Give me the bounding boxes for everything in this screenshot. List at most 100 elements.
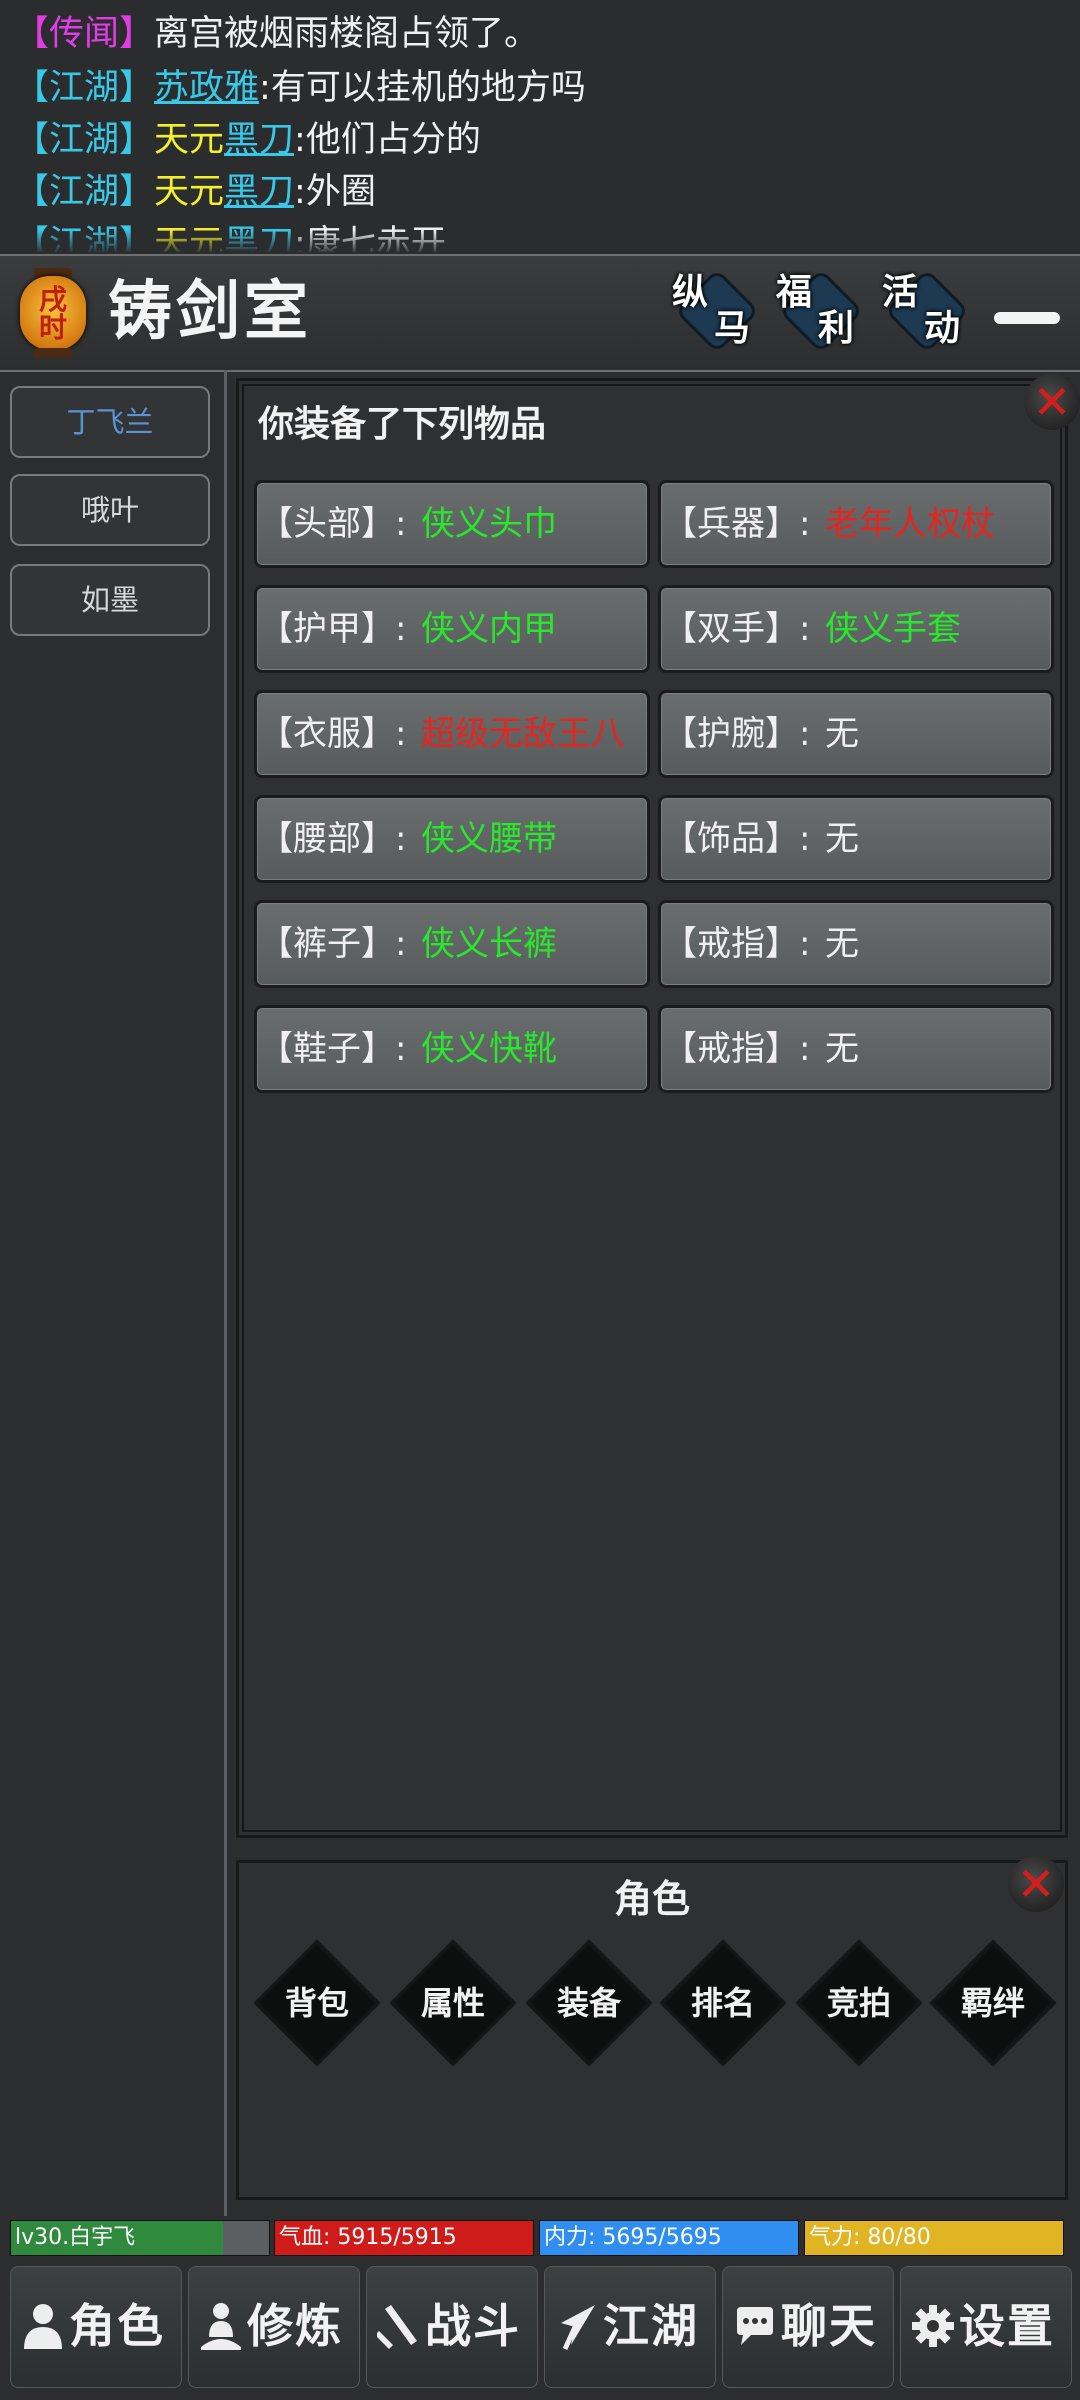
equip-slot-armor[interactable]: 【护甲】: 侠义内甲 bbox=[254, 585, 650, 673]
auction-button[interactable]: 竞拍 bbox=[796, 1940, 922, 2066]
nav-label: 江湖 bbox=[603, 2299, 699, 2353]
equip-slot-weapon[interactable]: 【兵器】: 老年人权杖 bbox=[658, 480, 1054, 568]
meditate-icon bbox=[201, 2303, 241, 2350]
slot-label: 【鞋子】: bbox=[259, 1029, 407, 1069]
welfare-button[interactable]: 福 利 bbox=[776, 270, 868, 354]
chat-panel[interactable]: 【传闻】离宫被烟雨楼阁占领了。 【江湖】苏政雅:有可以挂机的地方吗 【江湖】天元… bbox=[0, 0, 1080, 252]
stat-bars: lv30.白宇飞 气血: 5915/5915 内力: 5695/5695 气力:… bbox=[10, 2220, 1070, 2256]
button-label: 属性 bbox=[420, 1984, 485, 2022]
chat-bubble-icon bbox=[737, 2307, 773, 2345]
slot-item: 无 bbox=[825, 924, 859, 964]
nav-cultivate-button[interactable]: 修炼 bbox=[188, 2266, 360, 2388]
chat-separator: : bbox=[294, 120, 306, 160]
bag-button[interactable]: 背包 bbox=[254, 1940, 380, 2066]
equip-slot-head[interactable]: 【头部】: 侠义头巾 bbox=[254, 480, 650, 568]
nav-role-button[interactable]: 角色 bbox=[10, 2266, 182, 2388]
attributes-button[interactable]: 属性 bbox=[390, 1940, 516, 2066]
chat-speaker-link[interactable]: 黑刀 bbox=[224, 120, 294, 160]
header-bar: 戌 时 铸剑室 纵 马 福 利 活 动 bbox=[0, 254, 1080, 372]
slot-item: 侠义快靴 bbox=[421, 1029, 557, 1069]
slot-label: 【护腕】: bbox=[663, 714, 811, 754]
chat-channel: 【传闻】 bbox=[14, 14, 155, 54]
equip-slot-accessory[interactable]: 【饰品】: 无 bbox=[658, 795, 1054, 883]
time-lantern-icon: 戌 时 bbox=[16, 264, 90, 362]
chat-speaker-link[interactable]: 苏政雅 bbox=[154, 68, 259, 108]
close-x: ✕ bbox=[1032, 375, 1072, 429]
slot-label: 【腰部】: bbox=[259, 819, 407, 859]
events-button[interactable]: 活 动 bbox=[882, 270, 974, 354]
equip-slot-waist[interactable]: 【腰部】: 侠义腰带 bbox=[254, 795, 650, 883]
lantern-cap bbox=[34, 348, 72, 358]
nav-label: 战斗 bbox=[425, 2299, 521, 2353]
person-icon bbox=[24, 2304, 62, 2349]
equipment-button[interactable]: 装备 bbox=[526, 1940, 652, 2066]
lantern-char: 戌 bbox=[38, 283, 67, 316]
button-char: 纵 bbox=[672, 272, 709, 313]
slot-label: 【双手】: bbox=[663, 609, 811, 649]
button-label: 背包 bbox=[284, 1984, 349, 2022]
chat-message: 有可以挂机的地方吗 bbox=[270, 68, 586, 108]
arrow-icon bbox=[561, 2305, 595, 2351]
equip-slot-clothes[interactable]: 【衣服】: 超级无敌王八 bbox=[254, 690, 650, 778]
equip-slot-ring-1[interactable]: 【戒指】: 无 bbox=[658, 900, 1054, 988]
slot-item: 侠义内甲 bbox=[421, 609, 557, 649]
button-char: 活 bbox=[882, 272, 919, 313]
equipment-panel: 你装备了下列物品 ✕ 【头部】: 侠义头巾 【兵器】: 老年人权杖 【护甲】: … bbox=[236, 374, 1080, 1838]
equip-slot-shoes[interactable]: 【鞋子】: 侠义快靴 bbox=[254, 1005, 650, 1093]
chat-message: 外圈 bbox=[305, 172, 376, 212]
hp-text: 气血: 5915/5915 bbox=[279, 2225, 457, 2250]
chat-channel: 【江湖】 bbox=[14, 172, 155, 212]
button-label: 装备 bbox=[556, 1984, 621, 2022]
slot-item: 无 bbox=[825, 714, 859, 754]
character-tab[interactable]: 丁飞兰 bbox=[10, 386, 210, 458]
chat-line: 【江湖】天元黑刀:外圈 bbox=[14, 166, 376, 218]
equip-slot-pants[interactable]: 【裤子】: 侠义长裤 bbox=[254, 900, 650, 988]
nav-label: 修炼 bbox=[247, 2299, 343, 2353]
nav-label: 设置 bbox=[959, 2299, 1055, 2353]
ride-horse-button[interactable]: 纵 马 bbox=[672, 270, 764, 354]
gear-icon bbox=[912, 2305, 954, 2347]
chat-separator: : bbox=[259, 68, 271, 108]
button-char: 马 bbox=[714, 308, 751, 349]
character-tab[interactable]: 哦叶 bbox=[10, 474, 210, 546]
role-panel-title: 角色 bbox=[613, 1877, 690, 1921]
slot-label: 【护甲】: bbox=[259, 609, 407, 649]
bonds-button[interactable]: 羁绊 bbox=[930, 1940, 1056, 2066]
minimize-icon[interactable] bbox=[994, 312, 1060, 324]
bottom-nav: 角色 修炼 战斗 江湖 聊天 设置 bbox=[10, 2266, 1072, 2388]
mp-bar: 内力: 5695/5695 bbox=[539, 2220, 799, 2256]
ranking-button[interactable]: 排名 bbox=[660, 1940, 786, 2066]
hp-bar: 气血: 5915/5915 bbox=[274, 2220, 534, 2256]
button-char: 福 bbox=[776, 272, 813, 313]
character-tab[interactable]: 如墨 bbox=[10, 564, 210, 636]
lantern-time-text: 戌 时 bbox=[16, 286, 90, 342]
nav-settings-button[interactable]: 设置 bbox=[900, 2266, 1072, 2388]
close-button[interactable]: ✕ bbox=[1024, 374, 1080, 430]
nav-battle-button[interactable]: 战斗 bbox=[366, 2266, 538, 2388]
button-char: 动 bbox=[924, 308, 961, 349]
chat-speaker-prefix: 天元 bbox=[154, 172, 225, 212]
divider bbox=[224, 370, 227, 2216]
chat-speaker-prefix: 天元 bbox=[154, 120, 225, 160]
chat-line: 【传闻】离宫被烟雨楼阁占领了。 bbox=[14, 8, 539, 60]
equip-slot-ring-2[interactable]: 【戒指】: 无 bbox=[658, 1005, 1054, 1093]
chat-speaker-link[interactable]: 黑刀 bbox=[224, 172, 294, 212]
slot-item: 超级无敌王八 bbox=[421, 714, 625, 754]
chat-channel: 【江湖】 bbox=[14, 68, 155, 108]
chat-message: 离宫被烟雨楼阁占领了。 bbox=[154, 14, 540, 54]
slot-item: 侠义头巾 bbox=[421, 504, 557, 544]
level-bar: lv30.白宇飞 bbox=[10, 2220, 270, 2256]
equipment-title: 你装备了下列物品 bbox=[258, 404, 547, 445]
equip-slot-wrist[interactable]: 【护腕】: 无 bbox=[658, 690, 1054, 778]
slot-item: 侠义长裤 bbox=[421, 924, 557, 964]
nav-chat-button[interactable]: 聊天 bbox=[722, 2266, 894, 2388]
role-panel: ✕ 角色 背包 属性 装备 排名 竞拍 羁绊 bbox=[236, 1856, 1068, 2200]
slot-item: 老年人权杖 bbox=[825, 504, 995, 544]
slot-label: 【戒指】: bbox=[663, 924, 811, 964]
button-char: 利 bbox=[818, 308, 855, 349]
nav-jianghu-button[interactable]: 江湖 bbox=[544, 2266, 716, 2388]
equip-slot-hands[interactable]: 【双手】: 侠义手套 bbox=[658, 585, 1054, 673]
sword-icon bbox=[377, 2305, 417, 2349]
slot-label: 【衣服】: bbox=[259, 714, 407, 754]
slot-item: 侠义手套 bbox=[825, 609, 961, 649]
